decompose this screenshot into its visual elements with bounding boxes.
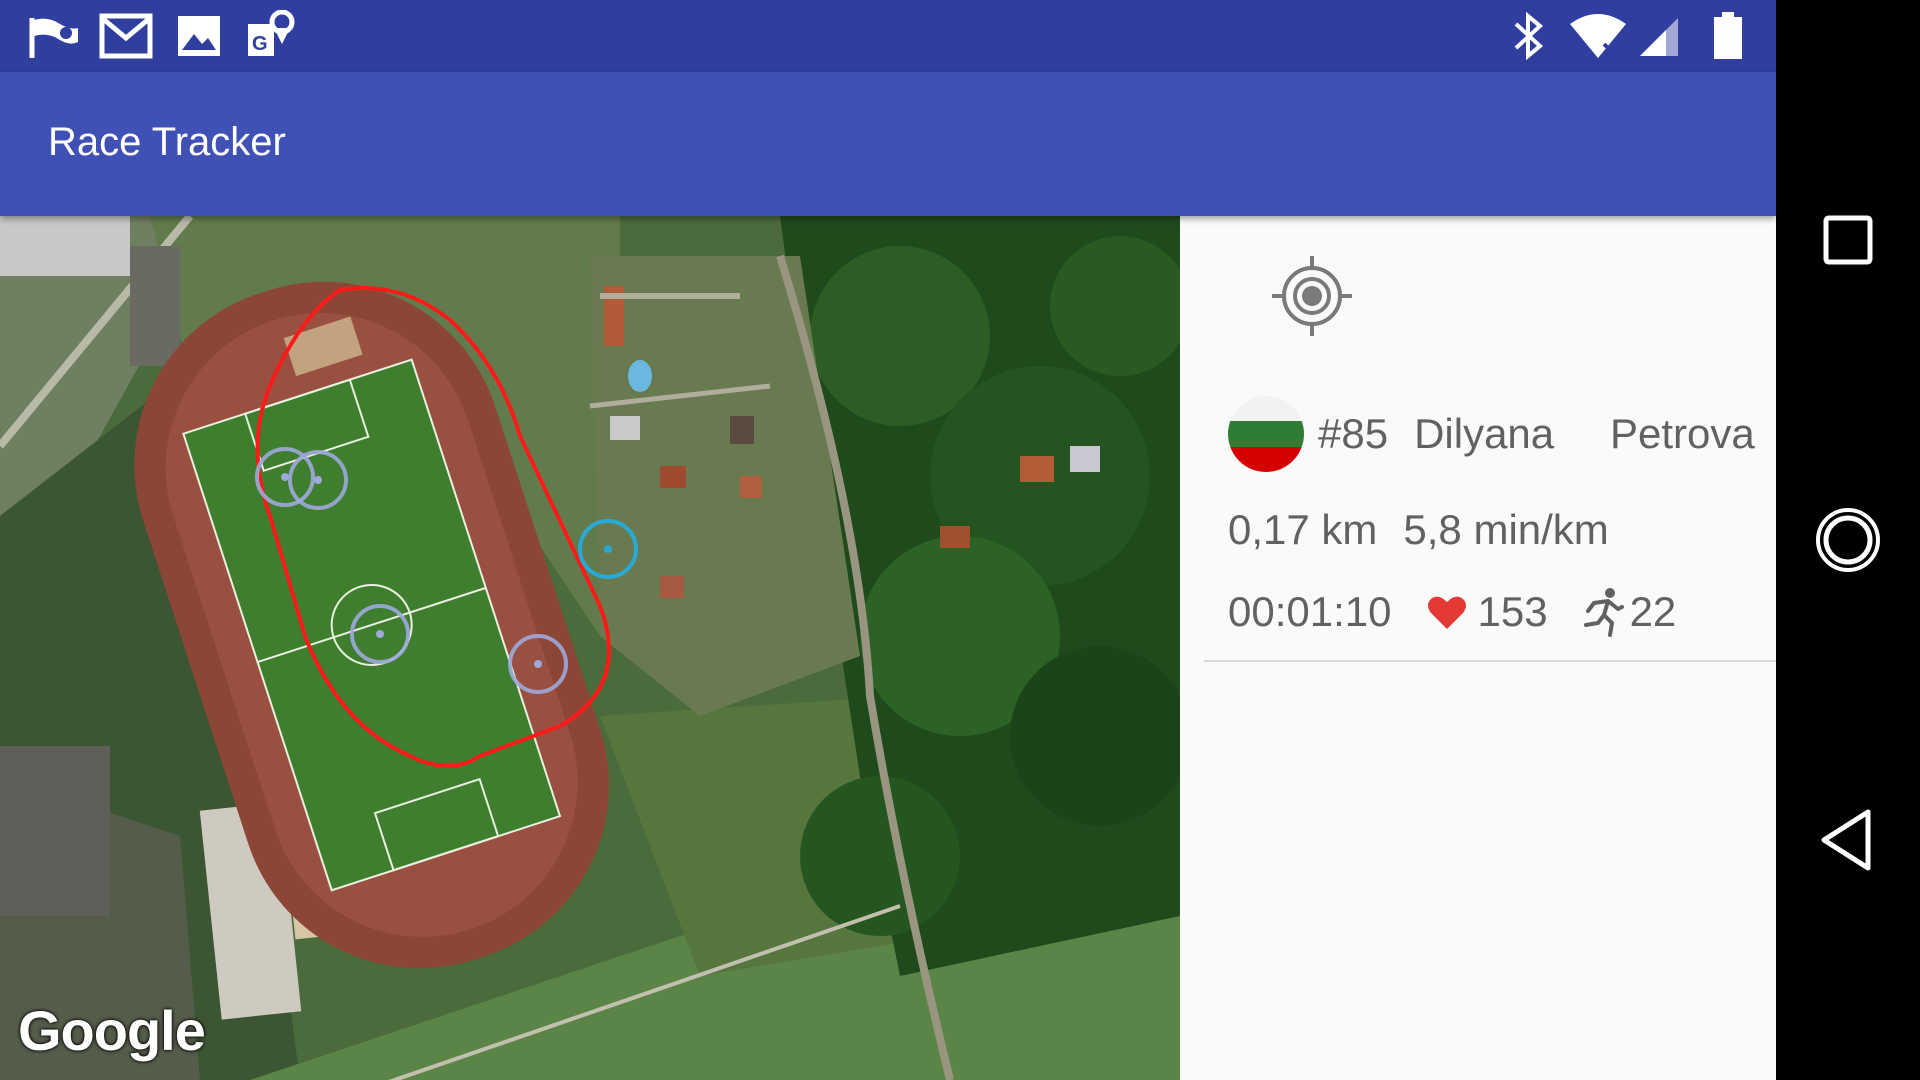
square-icon [1823, 215, 1873, 265]
distance-value: 0,17 km [1228, 506, 1378, 553]
gmail-icon [98, 10, 154, 62]
bulgaria-flag-icon [1228, 396, 1304, 472]
navigation-bar [1776, 0, 1920, 1080]
map-view[interactable]: Google [0, 216, 1180, 1080]
app-title: Race Tracker [48, 120, 286, 164]
bib-number: #85 [1318, 410, 1389, 457]
crosshair-icon [1272, 256, 1352, 336]
windsock-icon [26, 10, 82, 62]
cadence-value: 22 [1629, 588, 1677, 635]
runner-panel: #85 Dilyana Petrova 0,17 km 5,8 min/km 00… [1180, 216, 1776, 1080]
pace-distance-row: 0,17 km 5,8 min/km [1228, 498, 1609, 562]
bluetooth-icon [1508, 10, 1548, 62]
last-name: Petrova [1610, 410, 1755, 457]
circle-icon [1816, 508, 1880, 572]
maps-icon: G [244, 9, 300, 62]
metrics-row: 00:01:10 153 22 [1228, 580, 1676, 644]
locate-button[interactable] [1272, 256, 1352, 336]
heart-rate-value: 153 [1477, 588, 1548, 635]
divider [1204, 660, 1776, 662]
running-icon [1583, 588, 1624, 637]
satellite-map[interactable] [0, 216, 1180, 1080]
first-name: Dilyana [1414, 410, 1555, 457]
svg-text:G: G [252, 33, 268, 55]
back-button[interactable] [1812, 804, 1884, 876]
wifi-icon [1568, 10, 1628, 62]
battery-icon [1710, 10, 1746, 62]
home-button[interactable] [1812, 504, 1884, 576]
app-bar: Race Tracker [0, 72, 1776, 216]
recents-button[interactable] [1812, 204, 1884, 276]
heart-icon [1427, 596, 1466, 629]
back-triangle-icon [1821, 809, 1871, 871]
pace-value: 5,8 min/km [1403, 506, 1609, 553]
status-bar: G [0, 0, 1776, 72]
google-attribution: Google [18, 999, 206, 1062]
image-icon [172, 10, 228, 62]
signal-icon [1636, 10, 1682, 62]
elapsed-time: 00:01:10 [1228, 588, 1392, 635]
runner-identity: #85 Dilyana [1228, 396, 1554, 472]
